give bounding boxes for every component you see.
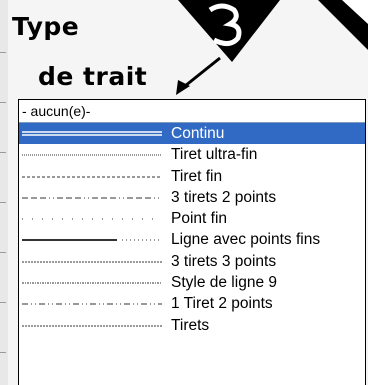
dropdown-option-label: Tiret fin bbox=[171, 167, 223, 185]
line-style-preview bbox=[22, 218, 162, 220]
ruler-tick bbox=[0, 252, 6, 253]
dropdown-option[interactable]: Tiret fin bbox=[19, 166, 365, 187]
dropdown-option[interactable]: Point fin bbox=[19, 208, 365, 229]
line-style-preview bbox=[22, 303, 162, 305]
line-style-dropdown[interactable]: - aucun(e)- Continu Tiret ultra-fin Tiret … bbox=[18, 99, 366, 385]
ruler-tick bbox=[0, 152, 6, 153]
pointer-line bbox=[184, 56, 221, 88]
line-style-preview bbox=[22, 176, 162, 178]
dropdown-options-list: Continu Tiret ultra-fin Tiret fin 3 tirets … bbox=[19, 123, 365, 336]
dropdown-option-label: Continu bbox=[171, 125, 225, 142]
dropdown-option-label: 3 tirets 2 points bbox=[171, 188, 277, 206]
line-style-preview bbox=[22, 131, 162, 136]
dropdown-option[interactable]: 3 tirets 2 points bbox=[19, 187, 365, 208]
dropdown-option-label: Tiret ultra-fin bbox=[171, 146, 258, 164]
dropdown-option-label: Tirets bbox=[171, 316, 210, 334]
heading-line-1: Type bbox=[12, 12, 80, 41]
line-style-preview bbox=[22, 282, 162, 284]
ruler-tick bbox=[0, 302, 6, 303]
dropdown-option[interactable]: Tirets bbox=[19, 315, 365, 336]
ruler-tick bbox=[0, 202, 6, 203]
dropdown-option-label: Point fin bbox=[171, 210, 228, 228]
ruler-tick bbox=[0, 102, 6, 103]
dropdown-option[interactable]: Tiret ultra-fin bbox=[19, 144, 365, 165]
dropdown-option-label: 3 tirets 3 points bbox=[171, 252, 277, 270]
dropdown-option[interactable]: Continu bbox=[19, 123, 365, 145]
dropdown-option-label: Ligne avec points fins bbox=[171, 231, 321, 249]
dropdown-option-label: 1 Tiret 2 points bbox=[171, 295, 273, 313]
line-style-preview bbox=[22, 154, 162, 156]
dropdown-option[interactable]: Ligne avec points fins bbox=[19, 229, 365, 250]
dropdown-option-label: Style de ligne 9 bbox=[171, 274, 277, 292]
line-style-preview bbox=[22, 325, 162, 327]
dropdown-option[interactable]: 1 Tiret 2 points bbox=[19, 293, 365, 314]
line-style-preview bbox=[22, 197, 162, 199]
heading-line-2: de trait bbox=[38, 62, 148, 91]
dropdown-option[interactable]: 3 tirets 3 points bbox=[19, 251, 365, 272]
line-style-preview bbox=[22, 261, 162, 263]
dropdown-option[interactable]: Style de ligne 9 bbox=[19, 272, 365, 293]
line-style-preview bbox=[22, 239, 162, 242]
dropdown-current-value[interactable]: - aucun(e)- bbox=[19, 100, 365, 123]
ruler-tick bbox=[0, 352, 6, 353]
